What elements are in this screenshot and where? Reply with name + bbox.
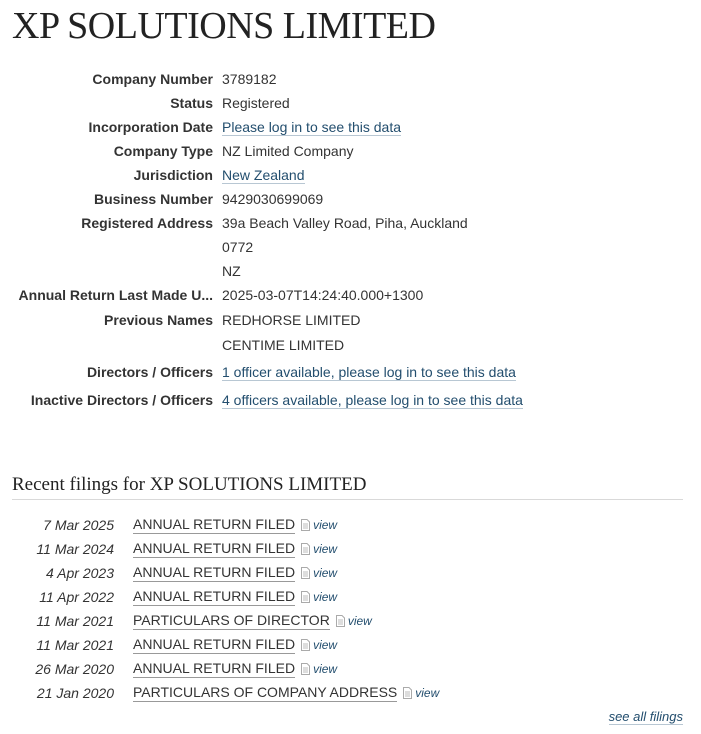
attr-jurisdiction: Jurisdiction New Zealand [0,163,701,187]
attr-label: Inactive Directors / Officers [30,392,213,408]
filing-row: 26 Mar 2020 ANNUAL RETURN FILED view [0,657,701,681]
document-icon [335,615,345,627]
attr-label: Previous Names [104,312,213,328]
filing-link[interactable]: PARTICULARS OF DIRECTOR [133,612,330,630]
address-line: NZ [222,263,241,279]
filing-date: 11 Mar 2024 [36,541,114,557]
filing-row: 11 Mar 2024 ANNUAL RETURN FILED view [0,537,701,561]
filing-link[interactable]: ANNUAL RETURN FILED [133,660,296,678]
attr-label: Status [170,95,213,111]
attr-inactive-directors: Inactive Directors / Officers 4 officers… [0,388,701,412]
filing-row: 21 Jan 2020 PARTICULARS OF COMPANY ADDRE… [0,681,701,705]
document-icon [301,663,311,675]
filing-link[interactable]: ANNUAL RETURN FILED [133,564,296,582]
attr-company-type: Company Type NZ Limited Company [0,139,701,163]
filing-link[interactable]: ANNUAL RETURN FILED [133,636,296,654]
business-number-value: 9429030699069 [222,191,324,207]
attr-label: Company Type [113,143,213,159]
document-icon [403,687,413,699]
attr-label: Jurisdiction [133,167,213,183]
company-number-value: 3789182 [222,71,277,87]
previous-names-value: REDHORSE LIMITED CENTIME LIMITED [222,308,360,357]
attr-company-number: Company Number 3789182 [0,67,701,91]
view-link[interactable]: view [313,566,337,580]
filings-list: 7 Mar 2025 ANNUAL RETURN FILED view 11 M… [0,513,701,705]
page-title: XP SOLUTIONS LIMITED [12,5,436,47]
filing-date: 7 Mar 2025 [43,517,114,533]
filing-row: 4 Apr 2023 ANNUAL RETURN FILED view [0,561,701,585]
attr-status: Status Registered [0,91,701,115]
filing-date: 4 Apr 2023 [46,565,114,581]
attr-label: Directors / Officers [86,364,213,380]
filing-date: 11 Apr 2022 [39,589,114,605]
attr-registered-address: Registered Address 39a Beach Valley Road… [0,211,701,283]
filing-link[interactable]: ANNUAL RETURN FILED [133,516,296,534]
attr-label: Company Number [92,71,213,87]
annual-return-value: 2025-03-07T14:24:40.000+1300 [222,287,424,303]
filing-row: 11 Mar 2021 PARTICULARS OF DIRECTOR view [0,609,701,633]
status-value: Registered [222,95,290,111]
address-line: 39a Beach Valley Road, Piha, Auckland [222,215,468,231]
attr-business-number: Business Number 9429030699069 [0,187,701,211]
view-link[interactable]: view [415,686,439,700]
address-line: 0772 [222,239,254,255]
document-icon [301,591,311,603]
view-link[interactable]: view [313,590,337,604]
attr-annual-return: Annual Return Last Made U... 2025-03-07T… [0,283,701,307]
filing-date: 21 Jan 2020 [36,685,114,701]
previous-name: REDHORSE LIMITED [222,312,361,328]
login-link-incorporation-date[interactable]: Please log in to see this data [222,119,402,136]
document-icon [301,519,311,531]
registered-address-value: 39a Beach Valley Road, Piha, Auckland 07… [222,211,468,283]
recent-filings-heading: Recent filings for XP SOLUTIONS LIMITED [12,474,683,500]
jurisdiction-link[interactable]: New Zealand [222,167,305,184]
view-link[interactable]: view [313,518,337,532]
filing-row: 11 Mar 2021 ANNUAL RETURN FILED view [0,633,701,657]
previous-name: CENTIME LIMITED [222,337,345,353]
document-icon [301,543,311,555]
inactive-directors-link[interactable]: 4 officers available, please log in to s… [222,392,523,409]
filing-date: 11 Mar 2021 [36,637,114,653]
filing-row: 7 Mar 2025 ANNUAL RETURN FILED view [0,513,701,537]
company-type-value: NZ Limited Company [222,143,354,159]
filing-link[interactable]: ANNUAL RETURN FILED [133,588,296,606]
filing-row: 11 Apr 2022 ANNUAL RETURN FILED view [0,585,701,609]
see-all-filings-link[interactable]: see all filings [608,709,683,725]
attr-previous-names: Previous Names REDHORSE LIMITED CENTIME … [0,308,701,357]
view-link[interactable]: view [313,542,337,556]
filing-date: 26 Mar 2020 [35,661,114,677]
company-attributes: Company Number 3789182 Status Registered… [0,67,701,412]
filing-link[interactable]: PARTICULARS OF COMPANY ADDRESS [133,684,398,702]
directors-link[interactable]: 1 officer available, please log in to se… [222,364,516,381]
view-link[interactable]: view [313,638,337,652]
view-link[interactable]: view [313,662,337,676]
attr-incorporation-date: Incorporation Date Please log in to see … [0,115,701,139]
document-icon [301,639,311,651]
attr-label: Business Number [93,191,213,207]
attr-directors: Directors / Officers 1 officer available… [0,360,701,384]
document-icon [301,567,311,579]
attr-label: Registered Address [81,215,213,231]
attr-label: Annual Return Last Made U... [18,287,213,303]
view-link[interactable]: view [348,614,372,628]
filing-date: 11 Mar 2021 [36,613,114,629]
attr-label: Incorporation Date [88,119,213,135]
filing-link[interactable]: ANNUAL RETURN FILED [133,540,296,558]
